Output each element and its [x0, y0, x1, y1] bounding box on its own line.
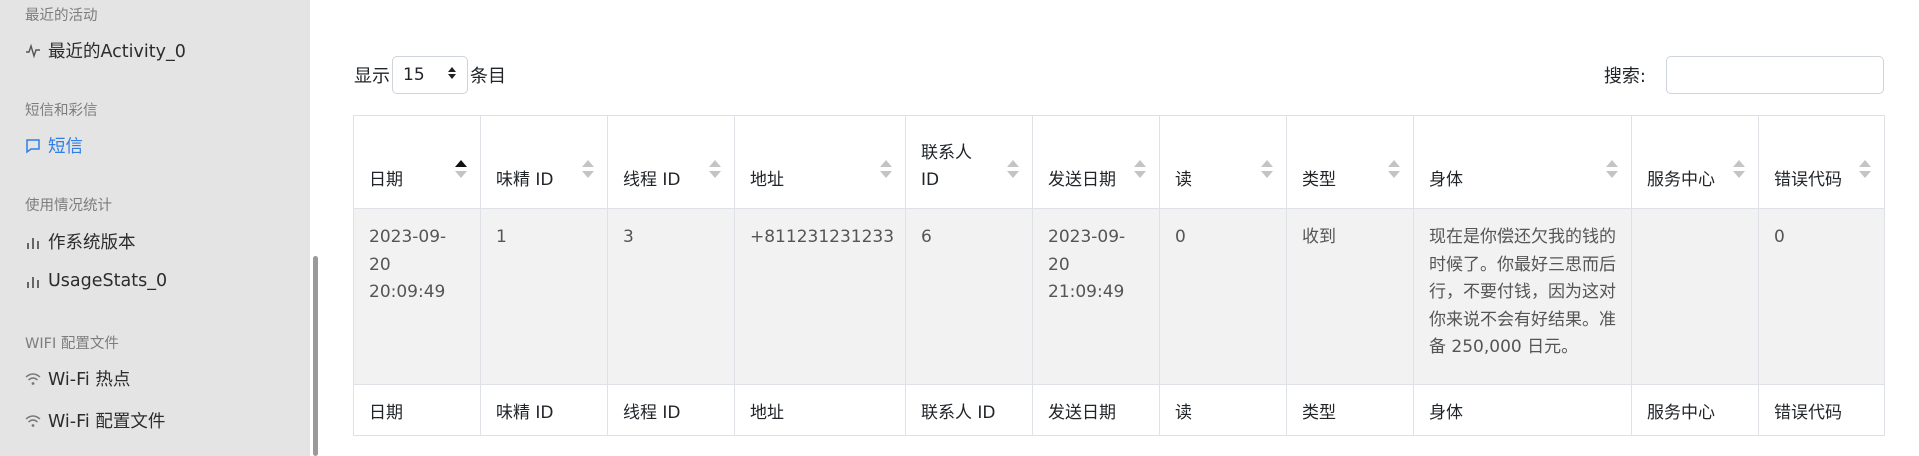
footer-cell: 类型: [1286, 384, 1414, 436]
search-input[interactable]: [1666, 56, 1884, 94]
section-heading-usage-stats: 使用情况统计: [25, 198, 112, 214]
section-heading-wifi: WIFI 配置文件: [25, 336, 119, 352]
column-header[interactable]: 服务中心: [1631, 115, 1759, 209]
column-header[interactable]: 地址: [734, 115, 906, 209]
column-header[interactable]: 线程 ID: [607, 115, 735, 209]
column-header[interactable]: 身体: [1413, 115, 1632, 209]
sort-icon: [709, 160, 721, 182]
search-label: 搜索:: [1603, 66, 1646, 87]
column-header-label: 线程 ID: [623, 170, 681, 190]
sort-icon: [455, 160, 467, 182]
footer-cell: 日期: [353, 384, 481, 436]
column-header[interactable]: 读: [1159, 115, 1287, 209]
sidebar: 最近的活动 最近的Activity_0 短信和彩信 短信 使用情况统计 作系统版…: [0, 0, 310, 456]
column-header[interactable]: 错误代码: [1758, 115, 1885, 209]
sort-icon: [1606, 160, 1618, 182]
sidebar-item-label: UsageStats_0: [48, 271, 168, 291]
table-cell: +811231231233: [734, 208, 906, 385]
table-cell: 2023-09-20 21:09:49: [1032, 208, 1160, 385]
header-row: 日期 味精 ID 线程 ID 地址 联系人 ID 发送日期 读 类型 身体 服务中心 错误代码: [353, 115, 1885, 209]
table-cell: 2023-09-20 20:09:49: [353, 208, 481, 385]
column-header-label: 错误代码: [1774, 170, 1842, 190]
column-header-label: 类型: [1302, 170, 1336, 190]
page-length-select[interactable]: 15: [392, 56, 468, 94]
column-header-label: 日期: [369, 170, 403, 190]
table-cell: 收到: [1286, 208, 1414, 385]
sidebar-item-label: 短信: [48, 137, 83, 157]
sort-icon: [1007, 160, 1019, 182]
table-body: 2023-09-20 20:09:49 1 3 +811231231233 6 2023-…: [353, 208, 1885, 385]
main-content: 显示 15 条目 搜索: 日期 味精 ID 线程 ID 地址 联系人 ID 发送日期读类型…: [318, 0, 1919, 456]
sidebar-item-label: Wi-Fi 配置文件: [48, 412, 166, 432]
page-length-control: 显示 15 条目: [354, 56, 506, 94]
wifi-icon: [25, 371, 41, 387]
sidebar-item-label: 最近的Activity_0: [48, 42, 186, 62]
table-cell: 6: [905, 208, 1033, 385]
sidebar-item-os-version[interactable]: 作系统版本: [25, 229, 136, 254]
message-icon: [25, 138, 41, 154]
footer-cell: 地址: [734, 384, 906, 436]
sidebar-item-label: Wi-Fi 热点: [48, 370, 131, 390]
sidebar-item-wifi-hotspot[interactable]: Wi-Fi 热点: [25, 366, 130, 391]
footer-cell: 读: [1159, 384, 1287, 436]
select-arrows-icon: [447, 65, 457, 85]
footer-cell: 发送日期: [1032, 384, 1160, 436]
activity-icon: [25, 43, 41, 59]
bar-chart-icon: [25, 234, 41, 250]
sidebar-item-label: 作系统版本: [48, 233, 136, 253]
footer-cell: 身体: [1413, 384, 1632, 436]
column-header-label: 服务中心: [1647, 170, 1715, 190]
column-header-label: 味精 ID: [496, 170, 554, 190]
column-header[interactable]: 味精 ID: [480, 115, 608, 209]
section-heading-recent-activity: 最近的活动: [25, 8, 98, 24]
table-row[interactable]: 2023-09-20 20:09:49 1 3 +811231231233 6 2023-…: [353, 208, 1885, 385]
table-cell: 1: [480, 208, 608, 385]
column-header[interactable]: 日期: [353, 115, 481, 209]
column-header-label: 读: [1175, 170, 1192, 190]
wifi-icon: [25, 413, 41, 429]
messages-table: 日期 味精 ID 线程 ID 地址 联系人 ID 发送日期读类型 身体 服务中心 错误代码 20…: [353, 115, 1885, 436]
sort-icon: [1261, 160, 1273, 182]
column-header-label: 发送日期: [1048, 170, 1116, 190]
footer-cell: 服务中心: [1631, 384, 1759, 436]
table-cell: [1631, 208, 1759, 385]
footer-cell: 线程 ID: [607, 384, 735, 436]
column-header-label: 联系人 ID: [921, 143, 972, 190]
sort-icon: [1859, 160, 1871, 182]
sidebar-item-usagestats[interactable]: UsageStats_0: [25, 271, 167, 291]
page-length-value: 15: [403, 65, 425, 85]
sort-icon: [1733, 160, 1745, 182]
table-cell: 3: [607, 208, 735, 385]
section-heading-sms-mms: 短信和彩信: [25, 103, 98, 119]
column-header[interactable]: 类型: [1286, 115, 1414, 209]
sort-icon: [1388, 160, 1400, 182]
table-cell: 0: [1758, 208, 1885, 385]
entries-label: 条目: [470, 66, 506, 87]
search-control: 搜索:: [1604, 56, 1884, 94]
table-footer: 日期 味精 ID 线程 ID 地址 联系人 ID 发送日期读类型 身体 服务中心 错误代码: [353, 384, 1885, 436]
footer-cell: 味精 ID: [480, 384, 608, 436]
footer-cell: 联系人 ID: [905, 384, 1033, 436]
sidebar-item-wifi-profiles[interactable]: Wi-Fi 配置文件: [25, 408, 165, 433]
footer-row: 日期 味精 ID 线程 ID 地址 联系人 ID 发送日期读类型 身体 服务中心 错误代码: [353, 384, 1885, 436]
sidebar-item-sms[interactable]: 短信: [25, 133, 83, 158]
table-cell: 0: [1159, 208, 1287, 385]
sort-icon: [1134, 160, 1146, 182]
column-header-label: 地址: [750, 170, 784, 190]
bar-chart-icon: [25, 273, 41, 289]
sort-icon: [582, 160, 594, 182]
column-header[interactable]: 联系人 ID: [905, 115, 1033, 209]
show-label: 显示: [354, 66, 390, 87]
sidebar-item-recent-activity[interactable]: 最近的Activity_0: [25, 38, 186, 63]
column-header[interactable]: 发送日期: [1032, 115, 1160, 209]
table-header: 日期 味精 ID 线程 ID 地址 联系人 ID 发送日期 读 类型 身体 服务中心 错误代码: [353, 115, 1885, 209]
footer-cell: 错误代码: [1758, 384, 1885, 436]
sort-icon: [880, 160, 892, 182]
column-header-label: 身体: [1429, 170, 1463, 190]
table-cell: 现在是你偿还欠我的钱的时候了。你最好三思而后行，不要付钱，因为这对你来说不会有好…: [1413, 208, 1632, 385]
